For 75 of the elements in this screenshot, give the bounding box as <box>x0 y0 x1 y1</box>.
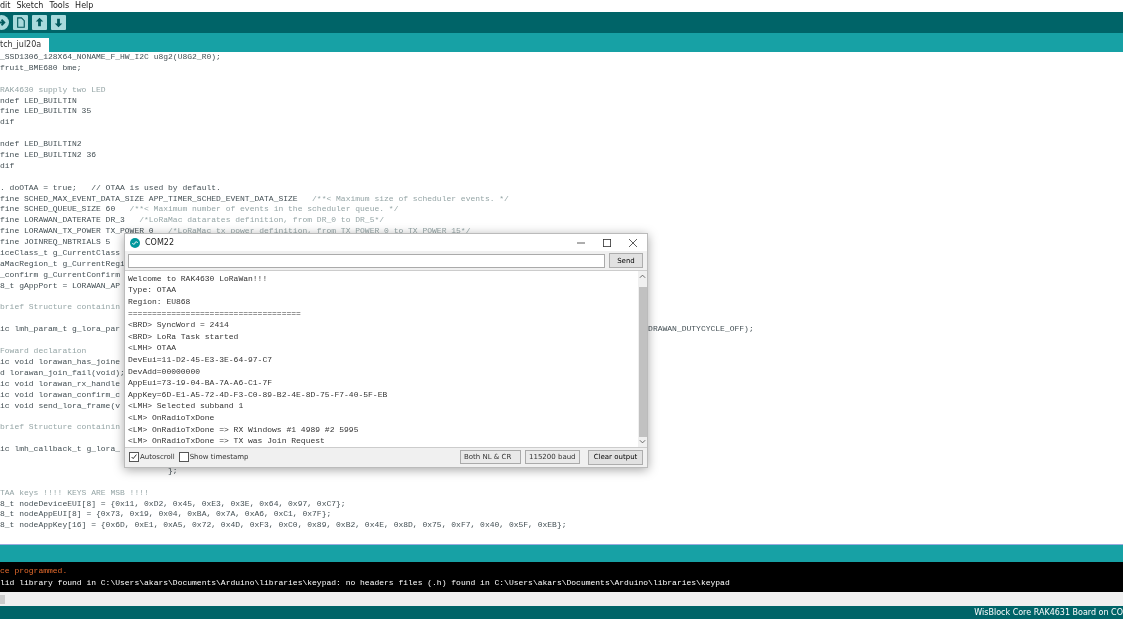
code-text: aMacRegion_t g_CurrentRegi <box>0 258 125 268</box>
open-button[interactable] <box>32 15 47 30</box>
output-line: Welcome to RAK4630 LoRaWan!!! <box>128 272 269 285</box>
code-text: d lorawan_join_fail(void); <box>0 367 125 377</box>
output-line: DevEui=11-D2-45-E3-3E-64-97-C7 <box>128 353 274 366</box>
output-line: Type: OTAA <box>128 284 177 296</box>
output-line: AppKey=6D-E1-A5-72-4D-F3-C0-89-B2-4E-8D-75-F7-40-5F-EB <box>128 388 389 401</box>
code-text: ic void lorawan_has_joine <box>0 356 121 366</box>
sketch-tab[interactable]: tch_jul20a <box>0 38 50 52</box>
menu-item[interactable]: Tools <box>49 0 70 12</box>
code-text: ic void lorawan_rx_handle <box>0 378 121 388</box>
maximize-icon[interactable] <box>603 238 611 247</box>
scrollbar[interactable] <box>638 270 647 447</box>
code-text: fine SCHED_QUEUE_SIZE 60 <box>0 204 116 214</box>
code-text: TAA keys !!!! KEYS ARE MSB !!!! <box>0 487 149 497</box>
menu-item[interactable]: Help <box>75 0 94 12</box>
console-line: ce programmed. <box>0 565 69 577</box>
output-line: ==================================== <box>128 307 302 320</box>
code-text: Foward declaration <box>0 346 87 356</box>
code-text: _confirm g_CurrentConfirm <box>0 269 121 279</box>
console-line: lid library found in C:\Users\akars\Documents\Arduino\libraries\keypad: no headers files (.h) found in C:\Users\akars\Documents\Arduino\libraries\keypad <box>0 577 731 589</box>
output-line: <LMH> Selected subband 1 <box>128 400 245 412</box>
code-text: fine JOINREQ_NBTRIALS 5 <box>0 237 111 247</box>
code-comment: /*LoRaMac datarates definition, from DR_0 to DR_5*/ <box>139 215 385 225</box>
scroll-down-icon[interactable] <box>639 438 646 445</box>
code-text: fine LED_BUILTIN2 36 <box>0 150 96 159</box>
code-text: iceClass_t g_CurrentClass <box>0 248 121 258</box>
scroll-up-icon[interactable] <box>639 272 646 279</box>
code-text: ic lmh_param_t g_lora_par <box>0 324 121 334</box>
code-text: 8_t gAppPort = LORAWAN_AP <box>0 280 121 290</box>
code-text: fine LED_BUILTIN 35 <box>0 106 92 116</box>
code-comment: /**< Maximum number of events in the scheduler queue. */ <box>129 204 399 214</box>
code-text: ndef LED_BUILTIN2 <box>0 139 82 149</box>
output-line: <LMH> OTAA <box>128 342 177 354</box>
output-line: <BRD> SyncWord = 2414 <box>128 319 230 331</box>
app-icon <box>130 237 140 248</box>
panel-divider-bar[interactable] <box>0 544 1123 562</box>
output-line: <BRD> LoRa Task started <box>128 330 240 343</box>
code-text: dif <box>0 117 15 127</box>
output-line: <LM> OnRadioTxDone <box>128 411 216 424</box>
scrollbar-thumb[interactable] <box>0 594 5 604</box>
code-text: 8_t nodeDeviceEUI[8] = {0x11, 0xD2, 0x45, 0xE3, 0x3E, 0x64, 0x97, 0xC7}; <box>0 498 346 508</box>
save-button[interactable] <box>51 15 66 30</box>
window-title: COM22 <box>145 238 174 248</box>
code-text: fine LORAWAN_DATERATE DR_3 <box>0 215 125 225</box>
menu-item[interactable]: dit <box>0 0 11 12</box>
code-text: . doOTAA = true; // OTAA is used by default. <box>0 182 221 192</box>
code-text: }; <box>167 465 178 475</box>
status-text: WisBlock Core RAK4631 Board on CO <box>974 607 1123 618</box>
code-text: fine LORAWAN_TX_POWER TX_POWER 0 <box>0 226 154 236</box>
new-file-button[interactable] <box>13 15 28 30</box>
code-text: RAK4630 supply two LED <box>0 84 106 94</box>
output-line: <LM> OnRadioTxDone => RX Windows #1 4989 #2 5995 <box>128 423 360 436</box>
code-text: ndef LED_BUILTIN <box>0 95 77 105</box>
code-text: DRAWAN_DUTYCYCLE_OFF); <box>648 324 754 336</box>
output-line: DevAdd=00000000 <box>128 365 201 378</box>
checkmark-icon <box>130 453 138 462</box>
code-text: fine SCHED_MAX_EVENT_DATA_SIZE APP_TIMER_SCHED_EVENT_DATA_SIZE <box>0 193 298 203</box>
output-line: <LM> OnRadioTxDone => TX was Join Request <box>128 435 326 447</box>
code-text: ic void lorawan_confirm_c <box>0 389 121 399</box>
code-text: 8_t nodeAppKey[16] = {0x6D, 0xE1, 0xA5, 0x72, 0x4D, 0xF3, 0xC0, 0x89, 0xB2, 0x4E, 0x8D, 0x75, 0xF7, 0x40, 0x5F, 0xEB}; <box>0 520 567 530</box>
menu-item[interactable]: Sketch <box>16 0 44 12</box>
code-text: brief Structure containin <box>0 302 121 312</box>
code-text: ic lmh_callback_t g_lora_ <box>0 444 121 454</box>
code-text: dif <box>0 160 15 170</box>
code-text: fruit_BME680 bme; <box>0 62 82 72</box>
code-text: ic void send_lora_frame(v <box>0 400 121 410</box>
code-comment: /**< Maximum size of scheduler events. */ <box>312 193 509 203</box>
code-text: brief Structure containin <box>0 422 121 432</box>
output-line: Region: EU868 <box>128 296 192 308</box>
code-text: _SSD1306_128X64_NONAME_F_HW_I2C u8g2(U8G2_R0); <box>0 52 221 61</box>
close-icon[interactable] <box>629 238 637 247</box>
output-line: AppEui=73-19-04-BA-7A-A6-C1-7F <box>128 377 274 389</box>
message-field[interactable] <box>128 253 605 268</box>
code-text: 8_t nodeAppEUI[8] = {0x73, 0x19, 0x04, 0xBA, 0x7A, 0xA6, 0xC1, 0x7F}; <box>0 509 332 519</box>
